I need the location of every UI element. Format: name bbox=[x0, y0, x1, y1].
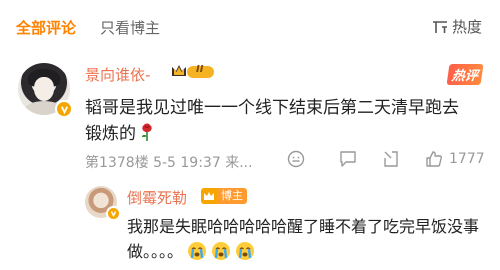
share-icon bbox=[287, 150, 305, 168]
owner-badge-label: 博主 bbox=[217, 188, 247, 204]
like-button[interactable]: 1777 bbox=[425, 150, 485, 168]
reply-text: 我那是失眠哈哈哈哈哈醒了睡不着了吃完早饭没事做。。。。 bbox=[127, 217, 480, 261]
like-count: 1777 bbox=[449, 151, 485, 167]
repost-icon bbox=[382, 150, 400, 168]
level-label: II bbox=[196, 64, 204, 75]
sort-label: 热度 bbox=[451, 18, 482, 36]
sort-icon bbox=[432, 19, 448, 35]
comment-icon bbox=[339, 150, 357, 168]
comment-username[interactable]: 景向谁依- bbox=[85, 64, 150, 85]
hot-comment-badge: 热评 bbox=[446, 64, 484, 85]
sort-button[interactable]: 热度 bbox=[432, 16, 482, 37]
repost-button[interactable] bbox=[382, 150, 400, 168]
tab-all-comments[interactable]: 全部评论 bbox=[16, 17, 76, 38]
level-badge: II bbox=[170, 63, 216, 81]
comment-tabbar: 全部评论 只看博主 热度 bbox=[0, 0, 500, 52]
comment-page: 全部评论 只看博主 热度 景向谁依- II 热评 韬哥是我见过唯一一个线下结束后… bbox=[0, 0, 500, 270]
verified-icon bbox=[106, 206, 121, 221]
comment-meta: 第1378楼 5-5 19:37 来... bbox=[85, 155, 253, 171]
thumbs-up-icon bbox=[425, 150, 443, 168]
crying-emoji bbox=[211, 241, 231, 261]
comment-text-block: 韬哥是我见过唯一一个线下结束后第二天清早跑去锻炼的 bbox=[85, 95, 475, 150]
comment-reply-button[interactable] bbox=[339, 150, 357, 168]
reply-text-block: 我那是失眠哈哈哈哈哈醒了睡不着了吃完早饭没事做。。。。 bbox=[127, 214, 487, 264]
crying-emoji bbox=[235, 241, 255, 261]
reply-username[interactable]: 倒霉死勒 bbox=[127, 187, 187, 208]
crown-icon bbox=[201, 188, 217, 204]
rose-emoji bbox=[138, 122, 156, 150]
crying-emoji bbox=[187, 241, 207, 261]
share-button[interactable] bbox=[287, 150, 305, 168]
verified-icon bbox=[55, 100, 73, 118]
owner-badge: 博主 bbox=[201, 188, 247, 204]
tab-owner-only[interactable]: 只看博主 bbox=[100, 17, 160, 38]
